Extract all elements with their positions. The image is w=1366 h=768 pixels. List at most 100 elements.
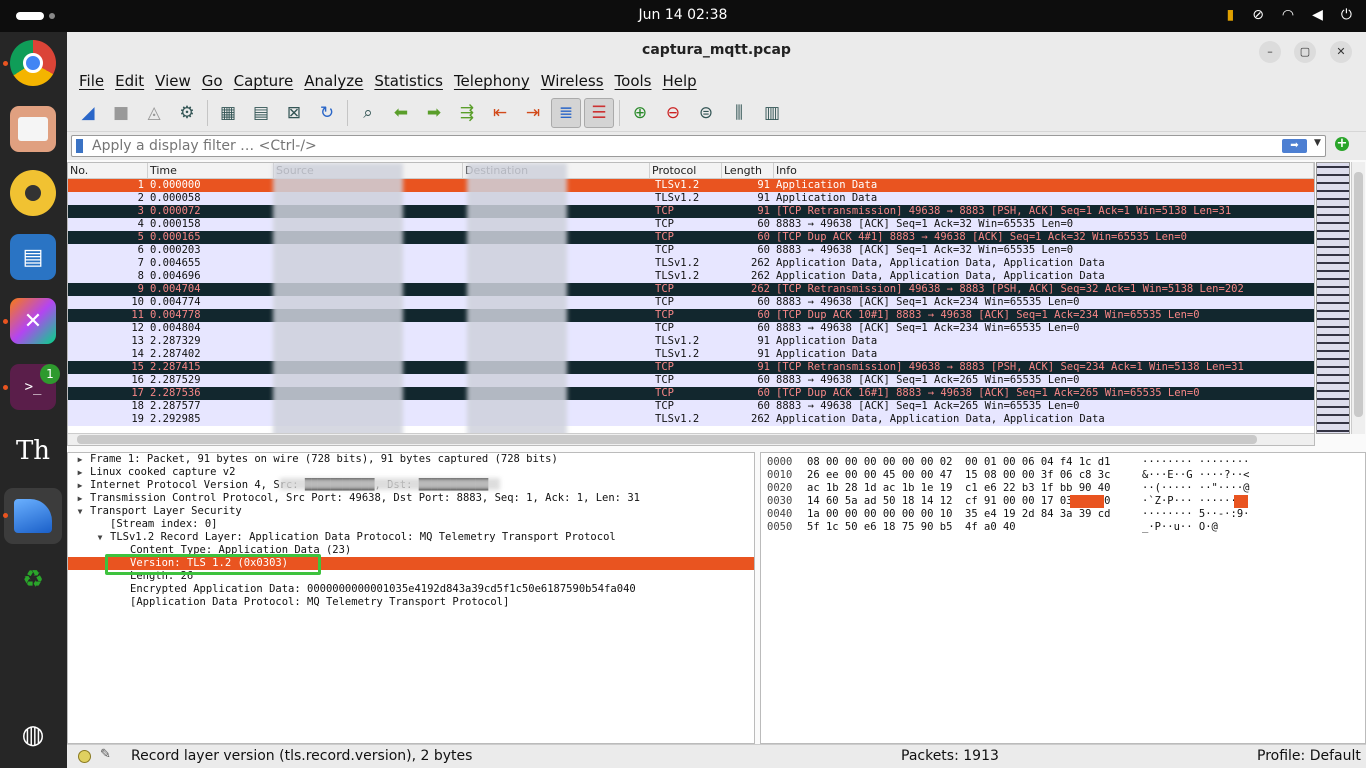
normal-size-icon[interactable]: ⊜	[691, 98, 721, 128]
detail-tree-item[interactable]: ▶ Frame 1: Packet, 91 bytes on wire (728 …	[68, 453, 754, 466]
hex-row[interactable]: 0000 08 00 00 00 00 00 00 02 00 01 00 06 …	[767, 456, 1365, 469]
save-file-icon[interactable]: ▤	[246, 98, 276, 128]
column-header-length[interactable]: Length	[722, 163, 774, 178]
rhythmbox-icon[interactable]	[10, 170, 56, 216]
wifi-icon[interactable]: ◠	[1282, 7, 1294, 23]
filter-bookmark-icon[interactable]	[76, 139, 83, 153]
packet-row[interactable]: 13 2.287329 TLSv1.2 91 Application Data	[68, 335, 1314, 348]
system-tray[interactable]: ▮ ⊘ ◠ ◀ ⏻	[1226, 7, 1352, 23]
menu-go[interactable]: Go	[199, 70, 231, 94]
expand-arrow-icon[interactable]: ▶	[74, 479, 86, 492]
menu-telephony[interactable]: Telephony	[451, 70, 538, 94]
menu-help[interactable]: Help	[659, 70, 704, 94]
zoom-out-icon[interactable]: ⊖	[658, 98, 688, 128]
column-header-protocol[interactable]: Protocol	[650, 163, 722, 178]
column-header-info[interactable]: Info	[774, 163, 1314, 178]
menu-file[interactable]: File	[76, 70, 112, 94]
column-header-time[interactable]: Time	[148, 163, 274, 178]
expand-arrow-icon[interactable]: ▶	[74, 453, 86, 466]
go-forward-icon[interactable]: ➡	[419, 98, 449, 128]
zoom-in-icon[interactable]: ⊕	[625, 98, 655, 128]
collapse-arrow-icon[interactable]: ▼	[74, 505, 86, 518]
packet-row[interactable]: 5 0.000165 TCP 60 [TCP Dup ACK 4#1] 8883 → 4…	[68, 231, 1314, 244]
close-button[interactable]: ✕	[1330, 41, 1352, 63]
detail-tree-item[interactable]: Encrypted Application Data: 000000000000…	[68, 583, 754, 596]
menu-tools[interactable]: Tools	[612, 70, 660, 94]
packet-row[interactable]: 6 0.000203 TCP 60 8883 → 49638 [ACK] Seq=1 A…	[68, 244, 1314, 257]
packet-row[interactable]: 9 0.004704 TCP 262 [TCP Retransmission] 4963…	[68, 283, 1314, 296]
packet-row[interactable]: 1 0.000000 TLSv1.2 91 Application Data	[68, 179, 1314, 192]
packet-row[interactable]: 11 0.004778 TCP 60 [TCP Dup ACK 10#1] 8883 →…	[68, 309, 1314, 322]
close-file-icon[interactable]: ⊠	[279, 98, 309, 128]
menu-edit[interactable]: Edit	[112, 70, 152, 94]
open-file-icon[interactable]: ▦	[213, 98, 243, 128]
packet-row[interactable]: 17 2.287536 TCP 60 [TCP Dup ACK 16#1] 8883 →…	[68, 387, 1314, 400]
packet-row[interactable]: 18 2.287577 TCP 60 8883 → 49638 [ACK] Seq=1 …	[68, 400, 1314, 413]
colorize-icon[interactable]: ☰	[584, 97, 614, 128]
stop-capture-icon[interactable]: ■	[106, 98, 136, 128]
packet-row[interactable]: 7 0.004655 TLSv1.2 262 Application Data, App…	[68, 257, 1314, 270]
menu-statistics[interactable]: Statistics	[371, 70, 451, 94]
first-packet-icon[interactable]: ⇤	[485, 98, 515, 128]
packet-row[interactable]: 19 2.292985 TLSv1.2 262 Application Data, Ap…	[68, 413, 1314, 426]
auto-scroll-icon[interactable]: ≣	[551, 97, 581, 128]
files-icon[interactable]	[10, 106, 56, 152]
start-capture-icon[interactable]: ◢	[73, 98, 103, 128]
packet-list-minimap[interactable]	[1316, 162, 1350, 434]
hex-row[interactable]: 0040 1a 00 00 00 00 00 00 10 35 e4 19 2d …	[767, 508, 1365, 521]
menu-capture[interactable]: Capture	[231, 70, 302, 94]
capture-options-icon[interactable]: ⚙	[172, 98, 202, 128]
trash-icon[interactable]: ♻	[10, 556, 56, 602]
detail-tree-item[interactable]: [Stream index: 0]	[68, 518, 754, 531]
reload-file-icon[interactable]: ↻	[312, 98, 342, 128]
packet-row[interactable]: 15 2.287415 TCP 91 [TCP Retransmission] 4963…	[68, 361, 1314, 374]
collapse-arrow-icon[interactable]: ▼	[94, 531, 106, 544]
packet-row[interactable]: 3 0.000072 TCP 91 [TCP Retransmission] 49638…	[68, 205, 1314, 218]
maximize-button[interactable]: ▢	[1294, 41, 1316, 63]
app-grid-icon[interactable]: ◍	[10, 712, 56, 758]
libreoffice-impress-icon[interactable]: ▤	[10, 234, 56, 280]
typora-icon[interactable]: Th	[10, 428, 56, 474]
restart-capture-icon[interactable]: ◬	[139, 98, 169, 128]
profile-label[interactable]: Profile: Default	[1257, 748, 1361, 764]
jetbrains-icon[interactable]: ✕	[10, 298, 56, 344]
packet-bytes-pane[interactable]: 0000 08 00 00 00 00 00 00 02 00 01 00 06 …	[760, 452, 1366, 744]
expand-arrow-icon[interactable]: ▶	[74, 466, 86, 479]
minimize-button[interactable]: –	[1259, 41, 1281, 63]
add-filter-button-icon[interactable]: +	[1335, 137, 1349, 151]
wireshark-icon[interactable]	[4, 488, 62, 544]
column-header-no[interactable]: No.	[68, 163, 148, 178]
hex-row[interactable]: 0020 ac 1b 28 1d ac 1b 1e 19 c1 e6 22 b3 …	[767, 482, 1365, 495]
detail-tree-item[interactable]: [Application Data Protocol: MQ Telemetry…	[68, 596, 754, 609]
hex-row[interactable]: 0010 26 ee 00 00 45 00 00 47 15 08 00 00 …	[767, 469, 1365, 482]
power-icon[interactable]: ⏻	[1341, 7, 1352, 23]
go-back-icon[interactable]: ⬅	[386, 98, 416, 128]
go-to-packet-icon[interactable]: ⇶	[452, 98, 482, 128]
packet-row[interactable]: 14 2.287402 TLSv1.2 91 Application Data	[68, 348, 1314, 361]
detail-tree-item[interactable]: ▼ TLSv1.2 Record Layer: Application Data …	[68, 531, 754, 544]
app-indicator-icon[interactable]: ▮	[1226, 7, 1234, 23]
packet-row[interactable]: 10 0.004774 TCP 60 8883 → 49638 [ACK] Seq=1 …	[68, 296, 1314, 309]
expert-info-icon[interactable]	[78, 750, 91, 763]
apply-filter-icon[interactable]: ➡	[1282, 139, 1307, 153]
expand-arrow-icon[interactable]: ▶	[74, 492, 86, 505]
display-filter-input[interactable]	[71, 135, 1326, 157]
packet-row[interactable]: 8 0.004696 TLSv1.2 262 Application Data, App…	[68, 270, 1314, 283]
packet-row[interactable]: 2 0.000058 TLSv1.2 91 Application Data	[68, 192, 1314, 205]
network-off-icon[interactable]: ⊘	[1252, 7, 1264, 23]
clock[interactable]: Jun 14 02:38	[0, 7, 1366, 23]
packet-list[interactable]: No. Time Source Destination Protocol Len…	[67, 162, 1315, 446]
volume-icon[interactable]: ◀	[1312, 7, 1323, 23]
menu-wireless[interactable]: Wireless	[538, 70, 612, 94]
last-packet-icon[interactable]: ⇥	[518, 98, 548, 128]
chrome-icon[interactable]	[10, 40, 56, 86]
menu-view[interactable]: View	[152, 70, 199, 94]
packet-row[interactable]: 16 2.287529 TCP 60 8883 → 49638 [ACK] Seq=1 …	[68, 374, 1314, 387]
edit-comment-icon[interactable]: ✎	[100, 747, 111, 762]
find-packet-icon[interactable]: ⌕	[353, 98, 383, 128]
detail-tree-item[interactable]: ▶ Transmission Control Protocol, Src Port…	[68, 492, 754, 505]
packet-list-vertical-scrollbar[interactable]	[1351, 162, 1365, 434]
hex-row[interactable]: 0030 14 60 5a ad 50 18 14 12 cf 91 00 00 …	[767, 495, 1365, 508]
hex-row[interactable]: 0050 5f 1c 50 e6 18 75 90 b5 4f a0 40 _·P·…	[767, 521, 1365, 534]
packet-row[interactable]: 12 0.004804 TCP 60 8883 → 49638 [ACK] Seq=1 …	[68, 322, 1314, 335]
